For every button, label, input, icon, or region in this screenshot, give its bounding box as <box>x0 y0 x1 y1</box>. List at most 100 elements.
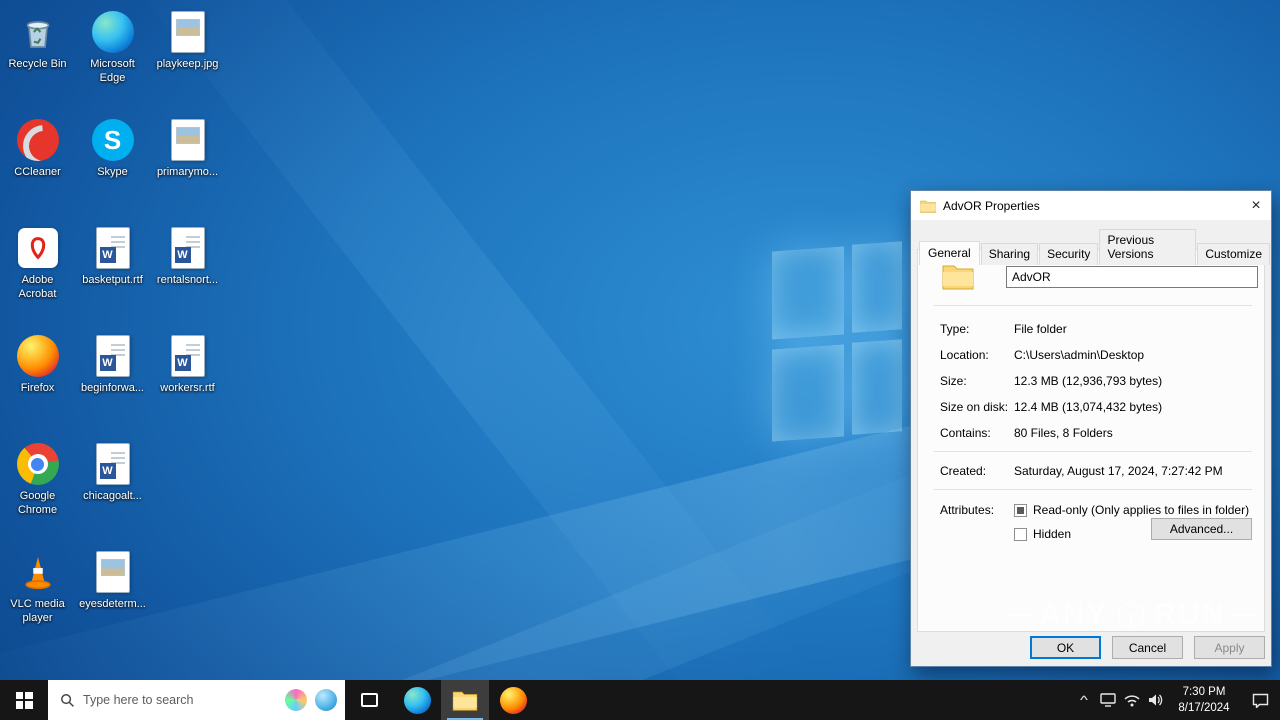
volume-tray-icon[interactable] <box>1144 680 1168 720</box>
ok-button[interactable]: OK <box>1030 636 1101 659</box>
separator <box>934 451 1252 452</box>
image-file-icon <box>90 549 136 595</box>
firefox-icon <box>15 333 61 379</box>
network-tray-icon[interactable] <box>1120 680 1144 720</box>
desktop-icon-eyesdeterm[interactable]: eyesdeterm... <box>75 542 150 650</box>
desktop-icon-label: CCleaner <box>14 166 61 178</box>
desktop-icon-chicagoalt[interactable]: W chicagoalt... <box>75 434 150 542</box>
search-highlight-icon[interactable] <box>285 689 307 711</box>
desktop-icon-adobe-acrobat[interactable]: Adobe Acrobat <box>0 218 75 326</box>
desktop-icon-label: Microsoft Edge <box>90 58 135 84</box>
folder-name-input[interactable] <box>1006 266 1258 288</box>
chrome-icon <box>15 441 61 487</box>
task-view-button[interactable] <box>345 680 393 720</box>
desktop-icon-label: primarymo... <box>156 166 219 178</box>
dialog-titlebar[interactable]: AdvOR Properties × <box>911 191 1271 220</box>
desktop-icon-label: Google Chrome <box>17 490 58 516</box>
tab-customize[interactable]: Customize <box>1197 243 1270 265</box>
word-file-icon: W <box>165 225 211 271</box>
edge-icon <box>90 9 136 55</box>
field-created: Created: Saturday, August 17, 2024, 7:27:… <box>940 464 1223 478</box>
desktop-icon-beginforwa[interactable]: W beginforwa... <box>75 326 150 434</box>
tray-time: 7:30 PM <box>1182 685 1226 698</box>
dialog-footer: OK Cancel Apply <box>1030 636 1265 659</box>
separator <box>934 489 1252 490</box>
image-file-icon <box>165 9 211 55</box>
desktop-icon-skype[interactable]: S Skype <box>75 110 150 218</box>
windows-logo-icon <box>15 691 33 709</box>
tray-clock[interactable]: 7:30 PM 8/17/2024 <box>1168 684 1240 716</box>
cancel-button[interactable]: Cancel <box>1112 636 1183 659</box>
taskbar: Type here to search ^ 7:30 PM 8/17/2024 <box>0 680 1280 720</box>
tab-previous-versions[interactable]: Previous Versions <box>1099 229 1197 265</box>
windows-logo-pane <box>852 339 902 435</box>
search-icon <box>61 693 74 707</box>
taskbar-search[interactable]: Type here to search <box>48 680 345 720</box>
desktop-icon-microsoft-edge[interactable]: Microsoft Edge <box>75 2 150 110</box>
desktop-icon-grid: Recycle Bin Microsoft Edge playkeep.jpg … <box>0 2 225 650</box>
windows-logo-pane <box>772 344 844 442</box>
search-globe-icon[interactable] <box>315 689 337 711</box>
desktop-icon-label: chicagoalt... <box>83 490 142 502</box>
recycle-bin-icon <box>15 9 61 55</box>
desktop-icon-label: VLC media player <box>10 598 65 624</box>
field-type: Type: File folder <box>940 322 1067 336</box>
close-icon[interactable]: × <box>1241 191 1271 220</box>
advanced-button[interactable]: Advanced... <box>1151 518 1252 540</box>
dialog-tabs: General Sharing Security Previous Versio… <box>919 229 1271 265</box>
tab-security[interactable]: Security <box>1039 243 1099 265</box>
hidden-icons-chevron[interactable]: ^ <box>1067 680 1101 720</box>
skype-icon: S <box>90 117 136 163</box>
folder-icon <box>942 265 974 290</box>
desktop-icon-label: playkeep.jpg <box>156 58 219 70</box>
tab-sharing[interactable]: Sharing <box>980 243 1039 265</box>
apply-button[interactable]: Apply <box>1194 636 1265 659</box>
desktop-icon-label: eyesdeterm... <box>79 598 146 610</box>
taskbar-edge-button[interactable] <box>393 680 441 720</box>
readonly-label: Read-only (Only applies to files in fold… <box>1033 503 1250 517</box>
attributes-readonly-row: Attributes: Read-only (Only applies to f… <box>940 503 1250 517</box>
word-file-icon: W <box>90 333 136 379</box>
image-file-icon <box>165 117 211 163</box>
hidden-label: Hidden <box>1033 527 1072 541</box>
tab-general[interactable]: General <box>919 241 980 265</box>
hidden-checkbox[interactable] <box>1014 528 1027 541</box>
advor-properties-dialog: AdvOR Properties × General Sharing Secur… <box>910 190 1272 667</box>
desktop-icon-label: Recycle Bin <box>8 58 67 70</box>
field-contains: Contains: 80 Files, 8 Folders <box>940 426 1113 440</box>
desktop-icon-google-chrome[interactable]: Google Chrome <box>0 434 75 542</box>
field-size: Size: 12.3 MB (12,936,793 bytes) <box>940 374 1163 388</box>
desktop-icon-label: Firefox <box>20 382 55 394</box>
task-view-icon <box>360 693 378 707</box>
desktop-icon-label: Skype <box>97 166 128 178</box>
readonly-checkbox[interactable] <box>1014 504 1027 517</box>
edge-icon <box>403 686 431 714</box>
field-location: Location: C:\Users\admin\Desktop <box>940 348 1145 362</box>
taskbar-firefox-button[interactable] <box>489 680 537 720</box>
desktop-icon-label: Adobe Acrobat <box>18 274 57 300</box>
desktop-icon-label: workersr.rtf <box>160 382 215 394</box>
start-button[interactable] <box>0 680 48 720</box>
windows-logo-pane <box>772 246 844 340</box>
word-file-icon: W <box>165 333 211 379</box>
desktop-icon-recycle-bin[interactable]: Recycle Bin <box>0 2 75 110</box>
taskbar-file-explorer-button[interactable] <box>441 680 489 720</box>
vlc-icon <box>15 549 61 595</box>
dialog-title: AdvOR Properties <box>943 198 1040 213</box>
desktop-icon-rentalsnort[interactable]: W rentalsnort... <box>150 218 225 326</box>
desktop-icon-vlc[interactable]: VLC media player <box>0 542 75 650</box>
desktop-icon-ccleaner[interactable]: CCleaner <box>0 110 75 218</box>
action-center-icon[interactable] <box>1240 680 1280 720</box>
acrobat-icon <box>15 225 61 271</box>
ccleaner-icon <box>15 117 61 163</box>
desktop-icon-workersr-rtf[interactable]: W workersr.rtf <box>150 326 225 434</box>
windows-logo-pane <box>852 241 902 333</box>
separator <box>934 305 1252 306</box>
general-tab-page: Type:File folder Location:C:\Users\admin… <box>917 249 1265 632</box>
desktop-icon-primarymo[interactable]: primarymo... <box>150 110 225 218</box>
search-placeholder: Type here to search <box>83 693 194 707</box>
desktop-icon-playkeep-jpg[interactable]: playkeep.jpg <box>150 2 225 110</box>
desktop-icon-label: rentalsnort... <box>156 274 219 286</box>
desktop-icon-firefox[interactable]: Firefox <box>0 326 75 434</box>
desktop-icon-basketput-rtf[interactable]: W basketput.rtf <box>75 218 150 326</box>
